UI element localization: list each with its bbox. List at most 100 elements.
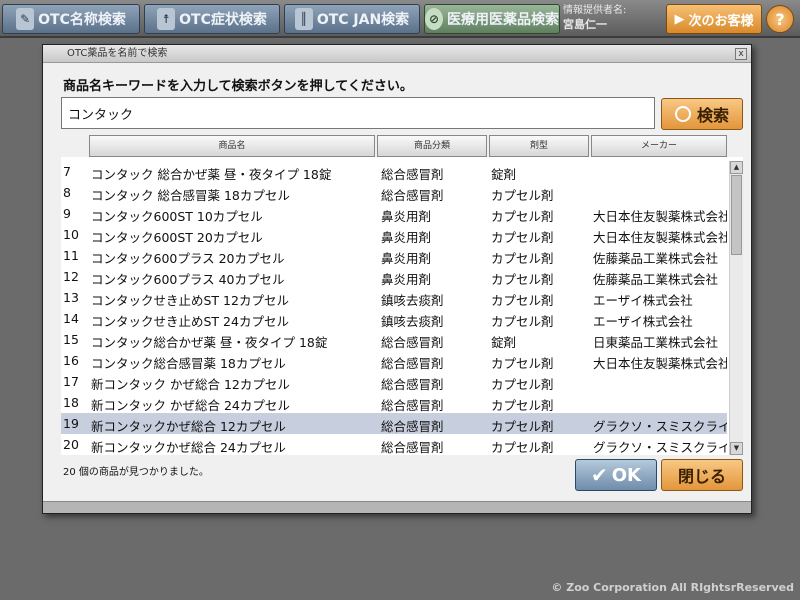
otc-name-search-label: OTC名称検索 <box>38 12 126 28</box>
product-name-cell: 新コンタック かぜ総合 12カプセル <box>91 377 290 392</box>
product-name-cell: 新コンタックかぜ総合 24カプセル <box>91 440 286 455</box>
table-row[interactable]: 19 新コンタックかぜ総合 12カプセル 総合感冒剤 カプセル剤 グラクソ・スミスクライ… <box>61 413 727 434</box>
person-icon: ☨ <box>157 8 176 30</box>
close-button[interactable]: 閉じる <box>661 459 743 491</box>
table-header: 商品名 商品分類 剤型 メーカー <box>61 135 743 157</box>
product-name-cell: コンタック600ST 10カプセル <box>91 209 263 224</box>
table-row[interactable]: 9 コンタック600ST 10カプセル 鼻炎用剤 カプセル剤 大日本住友製薬株式会社 <box>61 203 727 224</box>
top-toolbar: ✎ OTC名称検索 ☨ OTC症状検索 ║ OTC JAN検索 ⊘ 医療用医薬品… <box>0 0 800 38</box>
copyright-text: © Zoo Corporation All RIghtsrReserved <box>551 581 794 594</box>
table-scrollbar[interactable]: ▲ ▼ <box>729 161 743 455</box>
table-row[interactable]: 11 コンタック600プラス 20カプセル 鼻炎用剤 カプセル剤 佐藤薬品工業株式会社 <box>61 245 727 266</box>
maker-cell: エーザイ株式会社 <box>593 314 693 329</box>
column-header-maker[interactable]: メーカー <box>591 135 727 157</box>
row-number: 11 <box>63 248 79 263</box>
table-row[interactable]: 12 コンタック600プラス 40カプセル 鼻炎用剤 カプセル剤 佐藤薬品工業株式会社 <box>61 266 727 287</box>
otc-jan-search-label: OTC JAN検索 <box>316 12 410 28</box>
table-row[interactable]: 8 コンタック 総合感冒薬 18カプセル 総合感冒剤 カプセル剤 <box>61 182 727 203</box>
scroll-up-icon[interactable]: ▲ <box>730 161 743 174</box>
category-cell: 総合感冒剤 <box>381 335 444 350</box>
table-row[interactable]: 13 コンタックせき止めST 12カプセル 鎮咳去痰剤 カプセル剤 エーザイ株式会社 <box>61 287 727 308</box>
maker-cell: 佐藤薬品工業株式会社 <box>593 251 719 266</box>
checkmark-icon: ✔ <box>590 463 608 487</box>
form-cell: 錠剤 <box>491 335 517 350</box>
dialog-close-icon[interactable]: x <box>735 48 747 60</box>
form-cell: カプセル剤 <box>491 398 554 413</box>
category-cell: 鎮咳去痰剤 <box>381 314 444 329</box>
help-label: ? <box>775 9 785 29</box>
product-name-cell: コンタック600プラス 40カプセル <box>91 272 285 287</box>
table-row[interactable]: 20 新コンタックかぜ総合 24カプセル 総合感冒剤 カプセル剤 グラクソ・スミスクライ… <box>61 434 727 455</box>
table-row[interactable]: 10 コンタック600ST 20カプセル 鼻炎用剤 カプセル剤 大日本住友製薬株式会社 <box>61 224 727 245</box>
table-row[interactable]: 16 コンタック総合感冒薬 18カプセル 総合感冒剤 カプセル剤 大日本住友製薬株式会社 <box>61 350 727 371</box>
instruction-text: 商品名キーワードを入力して検索ボタンを押してください。 <box>63 79 413 94</box>
table-row[interactable]: 14 コンタックせき止めST 24カプセル 鎮咳去痰剤 カプセル剤 エーザイ株式会社 <box>61 308 727 329</box>
otc-symptom-search-label: OTC症状検索 <box>179 12 267 28</box>
form-cell: カプセル剤 <box>491 293 554 308</box>
row-number: 8 <box>63 185 71 200</box>
result-count-text: 20 個の商品が見つかりました。 <box>63 467 209 478</box>
results-table: 商品名 商品分類 剤型 メーカー 7 コンタック 総合かぜ薬 昼・夜タイプ 18錠… <box>61 135 743 455</box>
category-cell: 総合感冒剤 <box>381 440 444 455</box>
capsule-icon: ⊘ <box>425 8 443 30</box>
category-cell: 総合感冒剤 <box>381 356 444 371</box>
dialog-title: OTC薬品を名前で検索 <box>43 45 751 63</box>
category-cell: 総合感冒剤 <box>381 398 444 413</box>
dialog-footer-bar <box>43 501 751 513</box>
help-button[interactable]: ? <box>766 5 794 33</box>
search-input[interactable] <box>61 97 655 129</box>
column-header-category[interactable]: 商品分類 <box>377 135 487 157</box>
form-cell: カプセル剤 <box>491 377 554 392</box>
form-cell: カプセル剤 <box>491 272 554 287</box>
next-customer-button[interactable]: ▶ 次のお客様 <box>666 4 762 34</box>
row-number: 16 <box>63 353 79 368</box>
maker-cell: 日東薬品工業株式会社 <box>593 335 719 350</box>
search-dialog: OTC薬品を名前で検索 x 商品名キーワードを入力して検索ボタンを押してください… <box>42 44 752 514</box>
otc-symptom-search-button[interactable]: ☨ OTC症状検索 <box>144 4 280 34</box>
medical-drug-search-button[interactable]: ⊘ 医療用医薬品検索 <box>424 4 560 34</box>
category-cell: 鼻炎用剤 <box>381 209 432 224</box>
category-cell: 鼻炎用剤 <box>381 251 432 266</box>
pill-icon: ✎ <box>16 8 35 30</box>
category-cell: 鼻炎用剤 <box>381 230 432 245</box>
scroll-thumb[interactable] <box>731 175 742 255</box>
barcode-icon: ║ <box>294 8 313 30</box>
table-row[interactable]: 17 新コンタック かぜ総合 12カプセル 総合感冒剤 カプセル剤 <box>61 371 727 392</box>
maker-cell: 大日本住友製薬株式会社 <box>593 230 727 245</box>
row-number: 9 <box>63 206 71 221</box>
maker-cell: 大日本住友製薬株式会社 <box>593 209 727 224</box>
row-number: 15 <box>63 332 79 347</box>
form-cell: カプセル剤 <box>491 251 554 266</box>
product-name-cell: コンタックせき止めST 24カプセル <box>91 314 289 329</box>
table-row[interactable]: 7 コンタック 総合かぜ薬 昼・夜タイプ 18錠 総合感冒剤 錠剤 <box>61 161 727 182</box>
table-row[interactable]: 15 コンタック総合かぜ薬 昼・夜タイプ 18錠 総合感冒剤 錠剤 日東薬品工業株式会社 <box>61 329 727 350</box>
column-header-form[interactable]: 剤型 <box>489 135 589 157</box>
maker-cell: 大日本住友製薬株式会社 <box>593 356 727 371</box>
row-number: 17 <box>63 374 79 389</box>
row-number: 13 <box>63 290 79 305</box>
form-cell: カプセル剤 <box>491 209 554 224</box>
ok-button-label: OK <box>611 464 641 486</box>
form-cell: カプセル剤 <box>491 419 554 434</box>
form-cell: カプセル剤 <box>491 440 554 455</box>
form-cell: カプセル剤 <box>491 314 554 329</box>
otc-jan-search-button[interactable]: ║ OTC JAN検索 <box>284 4 420 34</box>
scroll-down-icon[interactable]: ▼ <box>730 442 743 455</box>
table-row[interactable]: 18 新コンタック かぜ総合 24カプセル 総合感冒剤 カプセル剤 <box>61 392 727 413</box>
row-number: 18 <box>63 395 79 410</box>
category-cell: 総合感冒剤 <box>381 188 444 203</box>
form-cell: カプセル剤 <box>491 188 554 203</box>
maker-cell: グラクソ・スミスクライン株式会社 <box>593 419 727 434</box>
product-name-cell: コンタックせき止めST 12カプセル <box>91 293 289 308</box>
maker-cell: 佐藤薬品工業株式会社 <box>593 272 719 287</box>
row-number: 20 <box>63 437 79 452</box>
column-header-name[interactable]: 商品名 <box>89 135 375 157</box>
category-cell: 鎮咳去痰剤 <box>381 293 444 308</box>
product-name-cell: 新コンタック かぜ総合 24カプセル <box>91 398 290 413</box>
search-button[interactable]: 検索 <box>661 98 743 130</box>
magnifier-icon <box>674 106 691 122</box>
ok-button[interactable]: ✔ OK <box>575 459 657 491</box>
otc-name-search-button[interactable]: ✎ OTC名称検索 <box>2 4 140 34</box>
category-cell: 総合感冒剤 <box>381 419 444 434</box>
category-cell: 鼻炎用剤 <box>381 272 432 287</box>
